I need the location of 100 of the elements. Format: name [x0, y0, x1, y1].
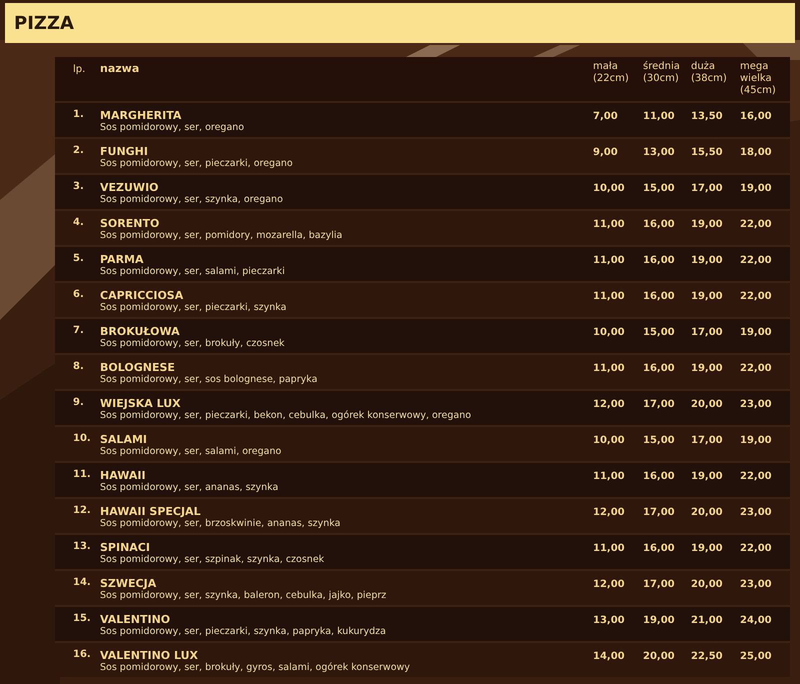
price: 10,00: [593, 434, 626, 448]
price: 16,00: [643, 218, 676, 232]
price: 19,00: [691, 290, 724, 304]
price: 19,00: [691, 542, 724, 556]
price: 22,00: [740, 254, 773, 268]
price: 11,00: [593, 542, 626, 556]
item-number: 15.: [72, 612, 92, 626]
price: 10,00: [593, 326, 626, 340]
column-header: lp.: [72, 63, 86, 77]
item-number: 1.: [72, 108, 85, 122]
pizza-name: FUNGHI: [100, 145, 149, 158]
column-header: mega wielka (45cm): [740, 60, 777, 98]
price: 22,00: [740, 542, 773, 556]
pizza-name: WIEJSKA LUX: [100, 397, 182, 410]
price: 19,00: [740, 326, 773, 340]
ingredients: Sos pomidorowy, ser, szynka, baleron, cebulka, jajko, pieprz: [100, 590, 388, 602]
pizza-name: PARMA: [100, 253, 144, 266]
price: 20,00: [691, 506, 724, 520]
price: 21,00: [691, 614, 724, 628]
price: 19,00: [740, 182, 773, 196]
price: 25,00: [740, 650, 773, 664]
price: 17,00: [643, 506, 676, 520]
ingredients: Sos pomidorowy, ser, oregano: [100, 122, 246, 134]
column-header: mała (22cm): [593, 60, 630, 86]
price: 22,00: [740, 470, 773, 484]
price: 19,00: [643, 614, 676, 628]
price: 15,00: [643, 182, 676, 196]
column-header: średnia (30cm): [643, 60, 681, 86]
column-header: nazwa: [100, 61, 140, 77]
ingredients: Sos pomidorowy, ser, pieczarki, bekon, cebulka, ogórek konserwowy, oregano: [100, 410, 472, 422]
section-title: PIZZA: [14, 12, 74, 34]
ingredients: Sos pomidorowy, ser, salami, pieczarki: [100, 266, 286, 278]
price: 11,00: [593, 218, 626, 232]
price: 20,00: [691, 398, 724, 412]
pizza-name: CAPRICCIOSA: [100, 289, 184, 302]
price: 17,00: [691, 182, 724, 196]
item-number: 9.: [72, 396, 85, 410]
price: 22,00: [740, 290, 773, 304]
pizza-name: SALAMI: [100, 433, 148, 446]
pizza-name: BOLOGNESE: [100, 361, 176, 374]
ingredients: Sos pomidorowy, ser, brzoskwinie, ananas, szynka: [100, 518, 342, 530]
price: 9,00: [593, 146, 619, 160]
ingredients: Sos pomidorowy, ser, brokuły, czosnek: [100, 338, 286, 350]
price: 16,00: [740, 110, 773, 124]
price: 16,00: [643, 290, 676, 304]
ingredients: Sos pomidorowy, ser, pieczarki, szynka: [100, 302, 288, 314]
price: 12,00: [593, 506, 626, 520]
price: 7,00: [593, 110, 619, 124]
ingredients: Sos pomidorowy, ser, szpinak, szynka, czosnek: [100, 554, 326, 566]
pizza-name: HAWAII: [100, 469, 147, 482]
price: 16,00: [643, 254, 676, 268]
item-number: 14.: [72, 576, 92, 590]
pizza-name: BROKUŁOWA: [100, 325, 181, 338]
price: 11,00: [593, 254, 626, 268]
ingredients: Sos pomidorowy, ser, brokuły, gyros, salami, ogórek konserwowy: [100, 662, 411, 674]
price: 23,00: [740, 578, 773, 592]
price: 10,00: [593, 182, 626, 196]
price: 11,00: [593, 470, 626, 484]
price: 17,00: [691, 434, 724, 448]
price: 13,50: [691, 110, 724, 124]
item-number: 3.: [72, 180, 85, 194]
price: 22,00: [740, 218, 773, 232]
price: 19,00: [691, 218, 724, 232]
price: 17,00: [643, 398, 676, 412]
price: 11,00: [593, 362, 626, 376]
price: 15,50: [691, 146, 724, 160]
price: 14,00: [593, 650, 626, 664]
pizza-name: SPINACI: [100, 541, 151, 554]
pizza-name: VEZUWIO: [100, 181, 160, 194]
price: 20,00: [691, 578, 724, 592]
pizza-name: MARGHERITA: [100, 109, 182, 122]
item-number: 4.: [72, 216, 85, 230]
price: 20,00: [643, 650, 676, 664]
ingredients: Sos pomidorowy, ser, salami, oregano: [100, 446, 282, 458]
price: 12,00: [593, 578, 626, 592]
ingredients: Sos pomidorowy, ser, pieczarki, szynka, papryka, kukurydza: [100, 626, 387, 638]
price: 15,00: [643, 434, 676, 448]
price: 19,00: [691, 362, 724, 376]
price: 11,00: [643, 110, 676, 124]
price: 16,00: [643, 362, 676, 376]
price: 22,00: [740, 362, 773, 376]
price: 12,00: [593, 398, 626, 412]
price: 16,00: [643, 470, 676, 484]
item-number: 13.: [72, 540, 92, 554]
item-number: 6.: [72, 288, 85, 302]
price: 24,00: [740, 614, 773, 628]
pizza-name: VALENTINO LUX: [100, 649, 200, 662]
pizza-name: SZWECJA: [100, 577, 158, 590]
item-number: 7.: [72, 324, 85, 338]
price: 18,00: [740, 146, 773, 160]
price: 15,00: [643, 326, 676, 340]
price: 23,00: [740, 398, 773, 412]
ingredients: Sos pomidorowy, ser, sos bolognese, papryka: [100, 374, 318, 386]
item-number: 10.: [72, 432, 92, 446]
column-header: duża (38cm): [691, 60, 728, 86]
ingredients: Sos pomidorowy, ser, szynka, oregano: [100, 194, 284, 206]
price: 22,50: [691, 650, 724, 664]
pizza-name: VALENTINO: [100, 613, 172, 626]
ingredients: Sos pomidorowy, ser, pomidory, mozarella, bazylia: [100, 230, 344, 242]
pizza-name: HAWAII SPECJAL: [100, 505, 202, 518]
